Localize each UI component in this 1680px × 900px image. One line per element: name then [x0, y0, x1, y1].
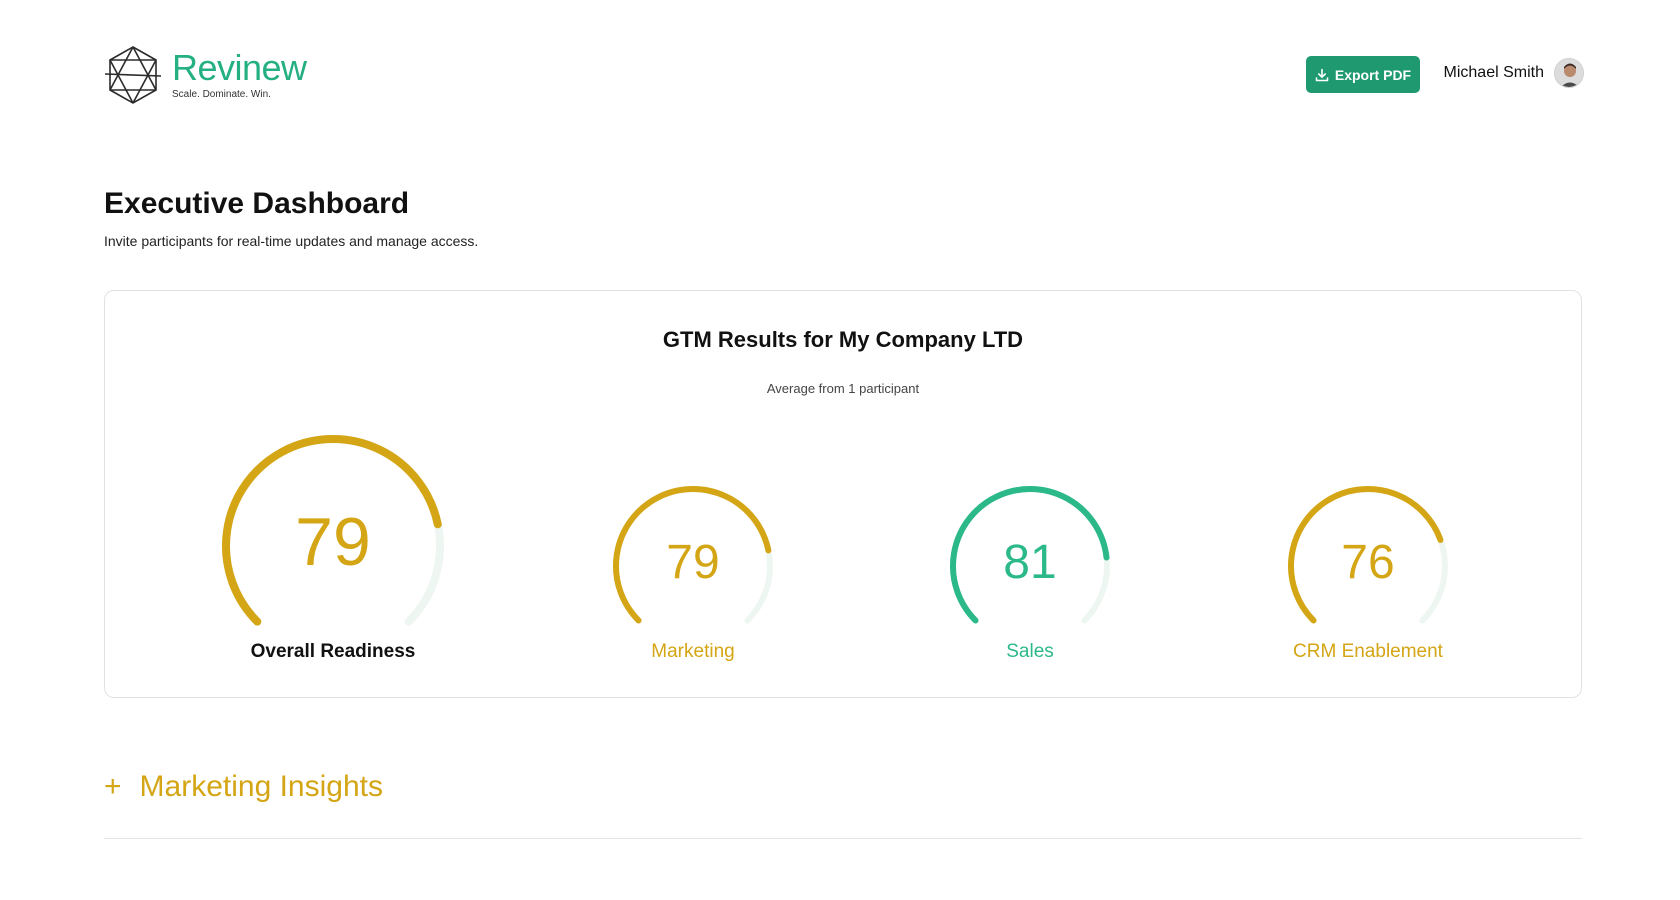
gauge-label: Sales — [1006, 641, 1054, 662]
gauge-value: 79 — [295, 504, 371, 580]
user-name: Michael Smith — [1443, 64, 1544, 81]
gauge-crm-enablement: 76 CRM Enablement — [1285, 483, 1451, 662]
marketing-insights-label: Marketing Insights — [139, 770, 383, 803]
brand-logo[interactable]: Revinew Scale. Dominate. Win. — [104, 44, 307, 106]
gauge-value: 81 — [1003, 536, 1057, 589]
results-card: GTM Results for My Company LTD Average f… — [104, 290, 1582, 698]
gauge-sales: 81 Sales — [947, 483, 1113, 662]
export-pdf-label: Export PDF — [1334, 66, 1412, 83]
gauge-value: 76 — [1341, 536, 1395, 589]
gauge-marketing: 79 Marketing — [610, 483, 776, 662]
divider — [104, 838, 1582, 839]
brand-tagline: Scale. Dominate. Win. — [172, 89, 271, 100]
marketing-insights-toggle[interactable]: + Marketing Insights — [104, 770, 383, 804]
results-subtitle: Average from 1 participant — [766, 381, 920, 396]
avatar-image — [1555, 59, 1583, 87]
user-menu[interactable]: Michael Smith — [1444, 58, 1584, 88]
avatar[interactable] — [1554, 58, 1584, 88]
export-pdf-button[interactable]: Export PDF — [1306, 56, 1420, 93]
gauge-overall-readiness: 79 Overall Readiness — [218, 431, 448, 662]
gauge-label: Overall Readiness — [250, 641, 416, 662]
brand-name: Revinew — [172, 47, 307, 88]
results-title: GTM Results for My Company LTD — [662, 327, 1024, 352]
download-icon — [1315, 68, 1329, 81]
logo-mark-icon — [104, 46, 162, 104]
gauge-label: CRM Enablement — [1293, 641, 1443, 662]
dashboard-page: Revinew Scale. Dominate. Win. Export PDF… — [0, 0, 1680, 900]
page-subtitle: Invite participants for real-time update… — [104, 233, 479, 249]
gauge-value: 79 — [666, 536, 720, 589]
plus-icon: + — [104, 770, 122, 803]
page-title: Executive Dashboard — [104, 187, 410, 220]
gauge-label: Marketing — [651, 641, 735, 662]
